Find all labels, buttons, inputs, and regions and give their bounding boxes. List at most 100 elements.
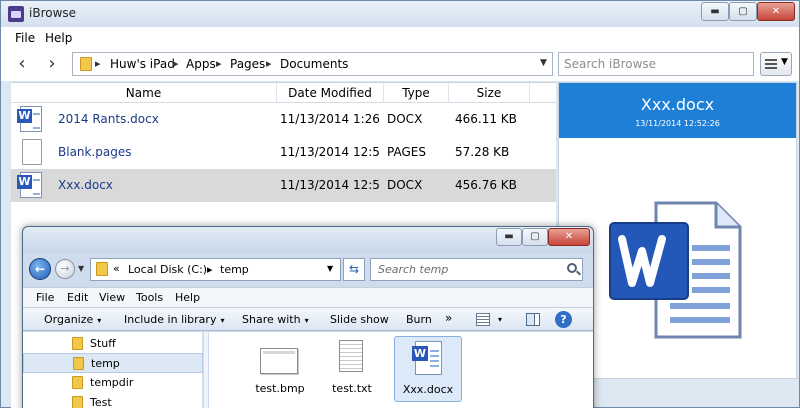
share-with-button[interactable]: Share with ▾: [242, 313, 309, 326]
nav-item-tempdir[interactable]: tempdir: [23, 373, 203, 393]
breadcrumb[interactable]: ▸ Huw's iPad ▸ Apps ▸ Pages ▸ Documents …: [72, 52, 553, 76]
breadcrumb-pages[interactable]: Pages: [230, 57, 265, 71]
menu-file[interactable]: File: [36, 291, 54, 304]
table-row-selected[interactable]: Xxx.docx 11/13/2014 12:52 PM DOCX 456.76…: [11, 169, 556, 202]
minimize-button[interactable]: ▬: [701, 2, 729, 21]
word-document-icon: [17, 172, 42, 198]
organize-button[interactable]: Organize ▾: [44, 313, 101, 326]
menu-edit[interactable]: Edit: [67, 291, 88, 304]
address-overflow-chevron[interactable]: «: [113, 262, 120, 275]
address-separator-icon: ▸: [207, 263, 213, 276]
table-row[interactable]: Blank.pages 11/13/2014 12:51 PM PAGES 57…: [11, 136, 556, 169]
folder-icon: [96, 262, 108, 276]
preview-pane-icon[interactable]: [526, 313, 540, 326]
menu-view[interactable]: View: [99, 291, 125, 304]
include-in-library-button[interactable]: Include in library ▾: [124, 313, 224, 326]
file-name: 2014 Rants.docx: [58, 112, 159, 126]
table-row[interactable]: 2014 Rants.docx 11/13/2014 1:26 PM DOCX …: [11, 103, 556, 136]
include-in-library-label: Include in library: [124, 313, 217, 326]
preview-header: Xxx.docx 13/11/2014 12:52:26: [559, 83, 796, 138]
chevron-down-icon: ▾: [97, 316, 102, 325]
view-options-button[interactable]: ▼: [760, 52, 792, 76]
folder-icon: [72, 376, 83, 389]
forward-button[interactable]: ›: [43, 54, 61, 74]
back-button[interactable]: ‹: [13, 54, 31, 74]
pane-splitter[interactable]: [204, 332, 208, 408]
folder-icon: [73, 357, 84, 370]
chevron-down-icon[interactable]: ▼: [327, 264, 333, 273]
breadcrumb-ipad[interactable]: Huw's iPad: [110, 57, 175, 71]
nav-item-temp[interactable]: temp: [23, 353, 203, 373]
close-button[interactable]: ✕: [757, 2, 795, 21]
refresh-button[interactable]: ⇆: [343, 258, 365, 281]
menu-help[interactable]: Help: [175, 291, 200, 304]
recent-pages-chevron-icon[interactable]: ▼: [78, 264, 84, 273]
column-header: Name Date Modified Type Size: [11, 83, 556, 103]
breadcrumb-documents[interactable]: Documents: [280, 57, 348, 71]
column-name[interactable]: Name: [11, 86, 276, 100]
address-temp[interactable]: temp: [220, 263, 249, 276]
address-bar[interactable]: « Local Disk (C:) ▸ temp ▼: [90, 258, 341, 281]
text-file-icon: [339, 340, 363, 372]
file-tile-selected[interactable]: Xxx.docx: [394, 336, 462, 402]
chevron-down-icon[interactable]: ▾: [498, 315, 502, 324]
menu-help[interactable]: Help: [45, 31, 72, 45]
ibrowse-app-icon: [8, 6, 24, 22]
organize-label: Organize: [44, 313, 94, 326]
file-size: 57.28 KB: [455, 145, 510, 159]
ibrowse-titlebar[interactable]: iBrowse ▬ ▢ ✕: [1, 1, 799, 27]
maximize-button[interactable]: ▢: [522, 228, 548, 246]
file-tile-label: Xxx.docx: [402, 383, 454, 396]
breadcrumb-separator-icon: ▸: [95, 57, 101, 70]
file-type: DOCX: [387, 112, 423, 126]
chevron-down-icon: ▾: [220, 316, 225, 325]
folder-icon: [72, 396, 83, 408]
preview-file-date: 13/11/2014 12:52:26: [635, 119, 720, 128]
chevron-down-icon[interactable]: ▼: [540, 58, 547, 68]
search-input[interactable]: Search iBrowse: [558, 52, 754, 76]
file-tile-label: test.bmp: [255, 382, 305, 395]
breadcrumb-apps[interactable]: Apps: [186, 57, 216, 71]
file-name: Blank.pages: [58, 145, 132, 159]
column-size[interactable]: Size: [449, 86, 529, 100]
column-date-modified[interactable]: Date Modified: [277, 86, 383, 100]
close-button[interactable]: ✕: [548, 228, 590, 246]
explorer-titlebar[interactable]: ▬ ▢ ✕: [23, 227, 593, 253]
file-name: Xxx.docx: [58, 178, 113, 192]
help-icon[interactable]: ?: [555, 311, 572, 328]
file-date: 11/13/2014 12:51 PM: [280, 145, 380, 159]
breadcrumb-separator-icon: ▸: [173, 57, 179, 70]
bitmap-file-icon: [260, 348, 298, 374]
address-local-disk[interactable]: Local Disk (C:): [128, 263, 207, 276]
nav-item-label: Stuff: [90, 337, 116, 350]
file-type: PAGES: [387, 145, 426, 159]
nav-item-label: tempdir: [90, 376, 134, 389]
file-tile[interactable]: test.bmp: [246, 336, 314, 402]
folder-icon: [80, 57, 92, 71]
search-input[interactable]: Search temp: [370, 258, 583, 281]
file-size: 466.11 KB: [455, 112, 517, 126]
nav-item-stuff[interactable]: Stuff: [23, 334, 203, 354]
breadcrumb-separator-icon: ▸: [266, 57, 272, 70]
change-view-icon[interactable]: [476, 313, 490, 326]
search-icon[interactable]: [567, 263, 577, 273]
share-with-label: Share with: [242, 313, 301, 326]
command-bar: Organize ▾ Include in library ▾ Share with…: [23, 307, 593, 331]
back-button[interactable]: ←: [29, 258, 51, 280]
forward-button[interactable]: →: [55, 259, 75, 279]
menu-file[interactable]: File: [15, 31, 35, 45]
file-view: test.bmp test.txt Xxx.docx: [209, 332, 593, 408]
slide-show-button[interactable]: Slide show: [330, 313, 389, 326]
maximize-button[interactable]: ▢: [729, 2, 757, 21]
menu-bar: File Edit View Tools Help: [23, 287, 593, 307]
more-commands-icon[interactable]: »: [445, 311, 452, 325]
file-tile[interactable]: test.txt: [318, 336, 386, 402]
column-divider[interactable]: [529, 83, 530, 103]
breadcrumb-separator-icon: ▸: [216, 57, 222, 70]
nav-item-test[interactable]: Test: [23, 393, 203, 408]
burn-button[interactable]: Burn: [406, 313, 432, 326]
menu-tools[interactable]: Tools: [136, 291, 163, 304]
column-type[interactable]: Type: [384, 86, 448, 100]
word-document-icon: [609, 201, 742, 339]
minimize-button[interactable]: ▬: [496, 228, 522, 246]
